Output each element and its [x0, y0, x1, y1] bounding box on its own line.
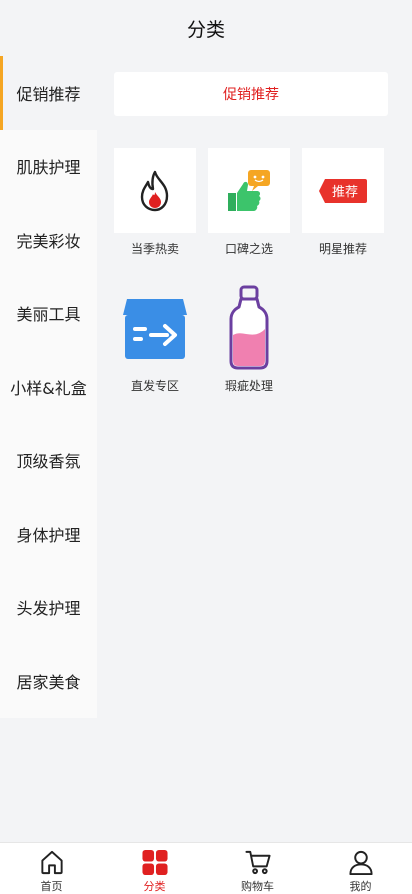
- tab-home[interactable]: 首页: [0, 843, 103, 894]
- user-icon: [348, 850, 373, 876]
- sidebar-item-skincare[interactable]: 肌肤护理: [0, 130, 97, 204]
- home-icon: [40, 850, 63, 875]
- sidebar-item-label: 居家美食: [16, 672, 81, 692]
- section-title-bar: 促销推荐: [114, 72, 388, 116]
- category-label: 瑕疵处理: [224, 379, 273, 393]
- tab-label: 首页: [40, 880, 63, 893]
- cart-icon: [244, 850, 271, 875]
- sidebar-item-promotions[interactable]: 促销推荐: [0, 56, 97, 130]
- shipping-box-icon: [123, 298, 187, 359]
- tab-label: 我的: [349, 880, 372, 893]
- sidebar-item-makeup[interactable]: 完美彩妆: [0, 203, 97, 277]
- category-item-direct-shipping[interactable]: 直发专区: [114, 285, 196, 394]
- sidebar-item-label: 顶级香氛: [16, 452, 81, 472]
- category-item-word-of-mouth[interactable]: 口碑之选: [208, 148, 290, 257]
- category-sidebar: 促销推荐 肌肤护理 完美彩妆 美丽工具 小样&礼盒 顶级香氛 身体护理 头发护理…: [0, 56, 97, 718]
- sidebar-item-label: 头发护理: [16, 599, 81, 619]
- tab-label: 分类: [143, 880, 166, 893]
- tag-text: 推荐: [332, 185, 358, 200]
- page-header: 分类: [0, 0, 412, 56]
- flame-icon: [140, 170, 169, 211]
- category-grid-icon: [141, 849, 168, 876]
- page-title: 分类: [186, 18, 225, 41]
- category-tile: 推荐: [302, 148, 384, 233]
- bottom-tab-bar: 首页 分类 购物车 我的: [0, 842, 412, 894]
- category-label: 直发专区: [130, 379, 179, 393]
- sidebar-item-label: 促销推荐: [16, 84, 81, 104]
- sidebar-item-body-care[interactable]: 身体护理: [0, 497, 97, 571]
- category-tile: [208, 148, 290, 233]
- category-label: 当季热卖: [130, 242, 179, 256]
- tab-profile[interactable]: 我的: [309, 843, 412, 894]
- category-label: 口碑之选: [224, 242, 273, 256]
- sidebar-item-label: 肌肤护理: [16, 158, 81, 178]
- category-label: 明星推荐: [318, 242, 367, 256]
- category-item-star-picks[interactable]: 推荐 明星推荐: [302, 148, 384, 257]
- sidebar-item-home-food[interactable]: 居家美食: [0, 644, 97, 718]
- tab-category[interactable]: 分类: [103, 843, 206, 894]
- category-item-hot-sale[interactable]: 当季热卖: [114, 148, 196, 257]
- category-tile: [114, 148, 196, 233]
- sidebar-item-label: 美丽工具: [16, 305, 81, 325]
- sidebar-item-hair-care[interactable]: 头发护理: [0, 571, 97, 645]
- category-item-flawed-clearance[interactable]: 瑕疵处理: [208, 285, 290, 394]
- sidebar-item-beauty-tools[interactable]: 美丽工具: [0, 277, 97, 351]
- sidebar-item-fragrance[interactable]: 顶级香氛: [0, 424, 97, 498]
- sidebar-item-label: 身体护理: [16, 525, 81, 545]
- section-title: 促销推荐: [223, 87, 279, 103]
- bottle-icon: [229, 285, 269, 369]
- sidebar-item-label: 小样&礼盒: [10, 378, 87, 398]
- tab-cart[interactable]: 购物车: [206, 843, 309, 894]
- tab-label: 购物车: [241, 880, 274, 893]
- thumbs-up-chat-icon: [228, 169, 270, 211]
- sidebar-item-label: 完美彩妆: [16, 231, 81, 251]
- recommend-tag-icon: 推荐: [319, 178, 367, 203]
- category-tile: [114, 285, 196, 370]
- sidebar-item-samples-gifts[interactable]: 小样&礼盒: [0, 350, 97, 424]
- category-tile: [208, 285, 290, 370]
